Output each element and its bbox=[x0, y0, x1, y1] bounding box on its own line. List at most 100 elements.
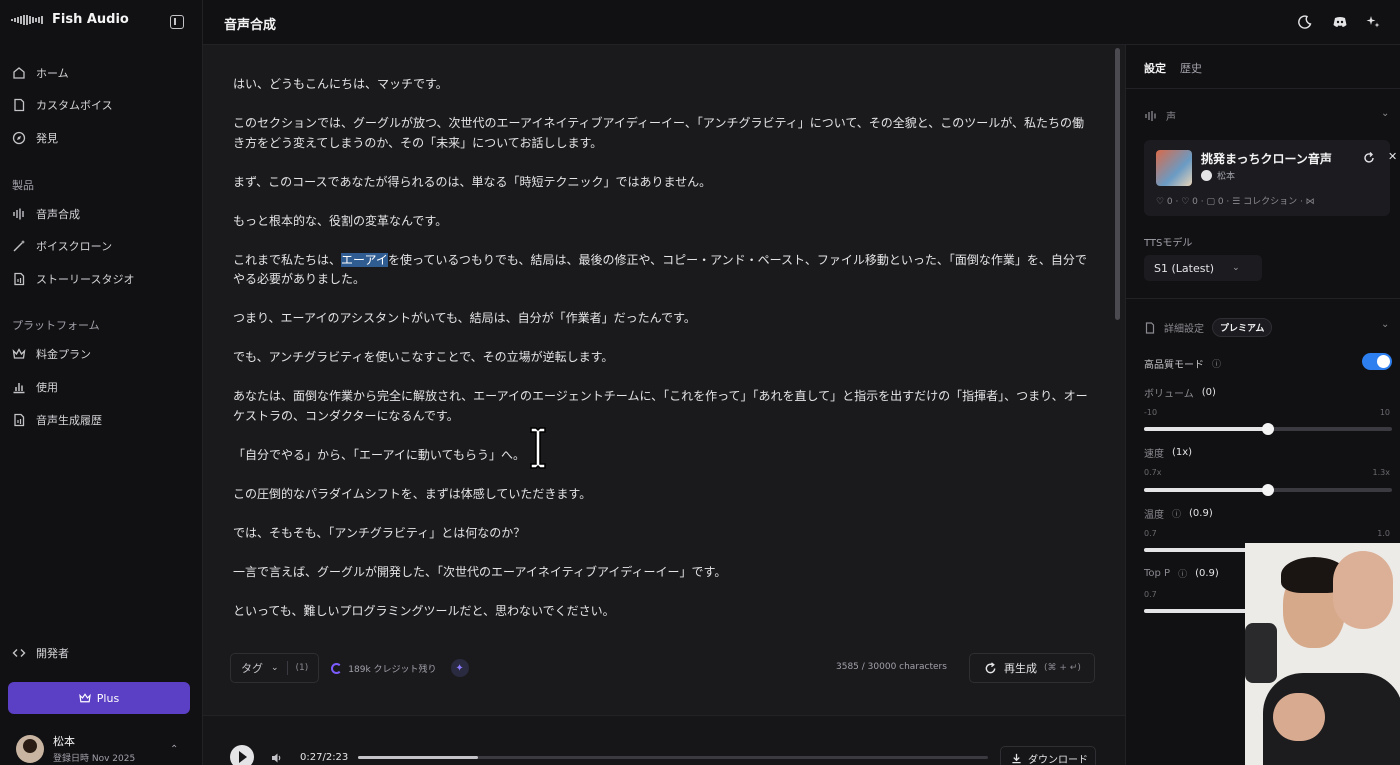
sidebar-item-tts[interactable]: 音声合成 bbox=[12, 206, 80, 222]
sparkle-icon[interactable] bbox=[1365, 14, 1381, 30]
editor-paragraph[interactable]: つまり、エーアイのアシスタントがいても、結局は、自分が「作業者」だったんです。 bbox=[233, 309, 1093, 329]
speed-slider[interactable] bbox=[1144, 484, 1392, 496]
sidebar-item-developer[interactable]: 開発者 bbox=[12, 645, 69, 661]
sidebar-item-usage[interactable]: 使用 bbox=[12, 379, 58, 395]
volume-slider[interactable] bbox=[1144, 423, 1392, 435]
editor-toolbar: タグ ⌄ (1) 189k クレジット残り ✦ bbox=[230, 653, 469, 683]
temperature-row: 温度 ⓘ (0.9) bbox=[1144, 506, 1213, 521]
playback-progress-bar[interactable] bbox=[358, 756, 988, 759]
editor-paragraph[interactable]: このセクションでは、グーグルが放つ、次世代のエーアイネイティブアイディーイー、「… bbox=[233, 114, 1093, 153]
sidebar-item-history[interactable]: 音声生成履歴 bbox=[12, 412, 102, 428]
temperature-label: 温度 bbox=[1144, 510, 1164, 521]
voice-stats: ♡ 0 · ♡ 0 · ▢ 0 · ☰ コレクション · ⋈ bbox=[1156, 197, 1315, 207]
slider-knob[interactable] bbox=[1262, 484, 1274, 496]
editor-scrollbar[interactable] bbox=[1115, 48, 1120, 320]
info-icon: ⓘ bbox=[1178, 570, 1188, 580]
premium-badge: プレミアム bbox=[1212, 318, 1273, 337]
slider-fill bbox=[1144, 427, 1268, 431]
regenerate-shortcut: (⌘ + ↵) bbox=[1044, 663, 1081, 673]
paragraph-text: といっても、難しいプログラミングツールだと、思わないでください。 bbox=[233, 603, 615, 618]
tts-model-select[interactable]: S1 (Latest) ⌄ bbox=[1144, 255, 1262, 281]
chevron-down-icon[interactable]: ⌄ bbox=[1381, 319, 1389, 330]
credits-remaining: 189k クレジット残り ✦ bbox=[331, 659, 469, 677]
editor-paragraph[interactable]: この圧倒的なパラダイムシフトを、まずは体感していただきます。 bbox=[233, 485, 1093, 505]
paragraph-text: では、そもそも、「アンチグラビティ」とは何なのか？ bbox=[233, 525, 526, 540]
avatar bbox=[16, 734, 44, 763]
audio-player: 0:27/2:23 ダウンロード bbox=[203, 715, 1125, 765]
ai-sparkle-icon[interactable]: ✦ bbox=[450, 659, 469, 677]
plus-upgrade-button[interactable]: Plus bbox=[8, 682, 190, 714]
editor-paragraph[interactable]: といっても、難しいプログラミングツールだと、思わないでください。 bbox=[233, 602, 1093, 622]
sidebar-item-voice-clone[interactable]: ボイスクローン bbox=[12, 238, 112, 254]
advanced-section-header[interactable]: 詳細設定 プレミアム bbox=[1144, 318, 1273, 337]
voice-section-header[interactable]: 声 bbox=[1144, 108, 1176, 123]
close-icon[interactable]: ✕ bbox=[1388, 150, 1397, 163]
volume-row: ボリューム (0) bbox=[1144, 385, 1216, 400]
divider bbox=[1126, 88, 1400, 89]
chevron-down-icon[interactable]: ⌄ bbox=[1381, 108, 1389, 119]
magic-wand-icon bbox=[12, 239, 26, 253]
compass-icon bbox=[12, 131, 26, 145]
editor-paragraph[interactable]: もっと根本的な、役割の変革なんです。 bbox=[233, 212, 1093, 232]
paragraph-text: つまり、エーアイのアシスタントがいても、結局は、自分が「作業者」だったんです。 bbox=[233, 311, 696, 325]
owner-avatar bbox=[1201, 170, 1212, 181]
download-button[interactable]: ダウンロード bbox=[1000, 746, 1096, 765]
top-p-min: 0.7 bbox=[1144, 590, 1157, 599]
editor-paragraph[interactable]: 一言で言えば、グーグルが開発した、「次世代のエーアイネイティブアイディーイー」で… bbox=[233, 563, 1093, 583]
chevron-up-icon[interactable]: ⌃ bbox=[170, 744, 178, 755]
sidebar-item-story-studio[interactable]: ストーリースタジオ bbox=[12, 271, 134, 287]
bar-chart-icon bbox=[12, 380, 26, 394]
hq-mode-toggle[interactable] bbox=[1362, 353, 1392, 370]
editor-paragraph[interactable]: でも、アンチグラビティを使いこなすことで、その立場が逆転します。 bbox=[233, 348, 1093, 368]
regenerate-label: 再生成 bbox=[1004, 662, 1037, 675]
code-icon bbox=[12, 646, 26, 660]
info-icon: ⓘ bbox=[1212, 360, 1222, 370]
paragraph-text: もっと根本的な、役割の変革なんです。 bbox=[233, 213, 448, 228]
sidebar: Fish Audio ホーム カスタムボイス 発見 製品 音声合成 ボイスクロー… bbox=[0, 0, 203, 765]
sidebar-item-label: ホーム bbox=[36, 67, 69, 80]
editor-paragraph[interactable]: あなたは、面倒な作業から完全に解放され、エーアイのエージェントチームに、「これを… bbox=[233, 387, 1093, 426]
sidebar-item-discover[interactable]: 発見 bbox=[12, 130, 58, 146]
playback-time: 0:27/2:23 bbox=[300, 752, 349, 763]
audio-history-icon bbox=[12, 413, 26, 427]
top-p-label: Top P bbox=[1144, 568, 1171, 579]
editor-content[interactable]: はい、どうもこんにちは、マッチです。このセクションでは、グーグルが放つ、次世代の… bbox=[233, 75, 1093, 641]
sidebar-item-custom-voice[interactable]: カスタムボイス bbox=[12, 97, 113, 113]
editor-paragraph[interactable]: 「自分でやる」から、「エーアイに動いてもらう」へ。 bbox=[233, 446, 1093, 466]
regenerate-button[interactable]: 再生成 (⌘ + ↵) bbox=[969, 653, 1095, 683]
sidebar-collapse-icon[interactable] bbox=[170, 15, 184, 29]
home-icon bbox=[12, 66, 26, 80]
sidebar-item-label: カスタムボイス bbox=[36, 99, 113, 112]
playback-progress-fill bbox=[358, 756, 478, 759]
editor-paragraph[interactable]: はい、どうもこんにちは、マッチです。 bbox=[233, 75, 1093, 95]
download-icon bbox=[1012, 753, 1021, 763]
sidebar-item-pricing[interactable]: 料金プラン bbox=[12, 346, 91, 362]
play-button[interactable] bbox=[230, 745, 254, 765]
editor-paragraph[interactable]: これまで私たちは、エーアイを使っているつもりでも、結局は、最後の修正や、コピー・… bbox=[233, 251, 1093, 290]
paragraph-text: これまで私たちは、 bbox=[233, 252, 342, 267]
sidebar-item-home[interactable]: ホーム bbox=[12, 65, 69, 81]
brand[interactable]: Fish Audio bbox=[10, 12, 129, 27]
slider-knob[interactable] bbox=[1262, 423, 1274, 435]
tab-history[interactable]: 歴史 bbox=[1180, 60, 1202, 76]
text-editor[interactable]: はい、どうもこんにちは、マッチです。このセクションでは、グーグルが放つ、次世代の… bbox=[203, 45, 1125, 715]
info-icon: ⓘ bbox=[1172, 510, 1182, 520]
discord-icon[interactable] bbox=[1332, 14, 1348, 30]
volume-icon[interactable] bbox=[271, 752, 283, 764]
volume-label: ボリューム bbox=[1144, 389, 1194, 400]
tag-button[interactable]: タグ ⌄ (1) bbox=[230, 653, 320, 683]
sidebar-item-label: 使用 bbox=[36, 381, 58, 394]
volume-max: 10 bbox=[1379, 408, 1390, 417]
webcam-overlay bbox=[1245, 543, 1400, 765]
user-profile[interactable]: 松本 登録日時 Nov 2025 bbox=[16, 733, 135, 764]
tab-settings[interactable]: 設定 bbox=[1144, 60, 1166, 76]
moon-icon[interactable] bbox=[1297, 14, 1313, 30]
editor-paragraph[interactable]: まず、このコースであなたが得られるのは、単なる「時短テクニック」ではありません。 bbox=[233, 173, 1093, 193]
user-registered: 登録日時 Nov 2025 bbox=[53, 754, 136, 764]
refresh-icon[interactable] bbox=[1363, 152, 1375, 164]
voice-thumbnail bbox=[1156, 150, 1192, 186]
section-products-label: 製品 bbox=[12, 179, 34, 192]
voice-card[interactable]: 挑発まっちクローン音声 ✕ 松本 ♡ 0 · ♡ 0 · ▢ 0 · ☰ コレク… bbox=[1144, 140, 1397, 216]
temperature-max: 1.0 bbox=[1377, 529, 1390, 538]
editor-paragraph[interactable]: では、そもそも、「アンチグラビティ」とは何なのか？ bbox=[233, 524, 1093, 544]
